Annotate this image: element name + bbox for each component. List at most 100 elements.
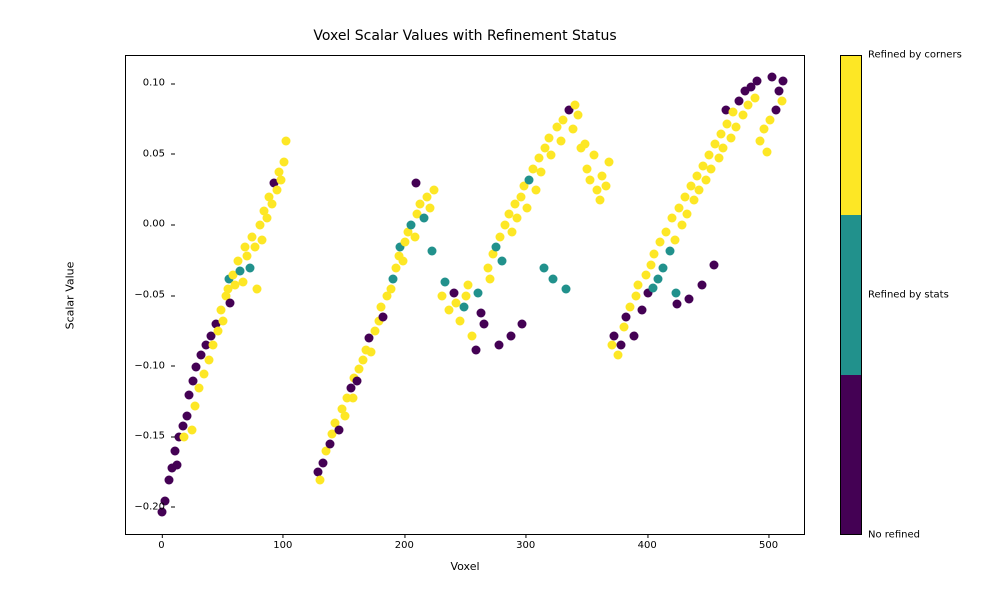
data-point	[583, 164, 592, 173]
y-tick: 0.10	[115, 78, 165, 89]
y-tick: −0.10	[115, 360, 165, 371]
data-point	[619, 323, 628, 332]
data-point	[625, 303, 634, 312]
data-point	[415, 200, 424, 209]
data-point	[646, 260, 655, 269]
data-point	[561, 284, 570, 293]
data-point	[437, 292, 446, 301]
data-point	[695, 186, 704, 195]
data-point	[173, 461, 182, 470]
data-point	[412, 179, 421, 188]
data-point	[425, 204, 434, 213]
data-point	[610, 331, 619, 340]
data-point	[775, 87, 784, 96]
data-point	[525, 176, 534, 185]
y-axis-label-text: Scalar Value	[64, 261, 77, 329]
data-point	[617, 341, 626, 350]
data-point	[685, 294, 694, 303]
data-point	[494, 341, 503, 350]
data-point	[464, 280, 473, 289]
data-point	[751, 94, 760, 103]
data-point	[763, 148, 772, 157]
data-point	[673, 300, 682, 309]
data-point	[517, 320, 526, 329]
data-point	[262, 214, 271, 223]
colorbar-segment-no-refined	[841, 375, 861, 534]
data-point	[581, 139, 590, 148]
colorbar-segment-refined-stats	[841, 215, 861, 374]
data-point	[187, 426, 196, 435]
data-point	[496, 232, 505, 241]
data-point	[674, 204, 683, 213]
data-point	[340, 412, 349, 421]
data-point	[506, 331, 515, 340]
data-point	[573, 111, 582, 120]
data-point	[377, 303, 386, 312]
data-point	[658, 263, 667, 272]
x-tick: 0	[158, 540, 164, 551]
data-point	[613, 351, 622, 360]
x-axis-label: Voxel	[125, 560, 805, 573]
data-point	[445, 306, 454, 315]
data-point	[480, 320, 489, 329]
data-point	[731, 122, 740, 131]
data-point	[358, 355, 367, 364]
data-point	[459, 303, 468, 312]
colorbar	[840, 55, 862, 535]
data-point	[486, 275, 495, 284]
data-point	[185, 390, 194, 399]
data-point	[326, 440, 335, 449]
data-point	[243, 252, 252, 261]
data-point	[726, 133, 735, 142]
y-tick: −0.15	[115, 431, 165, 442]
data-point	[411, 232, 420, 241]
data-point	[678, 221, 687, 230]
data-point	[702, 176, 711, 185]
data-point	[595, 196, 604, 205]
data-point	[391, 263, 400, 272]
data-point	[571, 101, 580, 110]
data-point	[709, 260, 718, 269]
data-point	[638, 306, 647, 315]
data-point	[209, 341, 218, 350]
data-point	[683, 210, 692, 219]
data-point	[219, 317, 228, 326]
data-point	[170, 447, 179, 456]
chart-title: Voxel Scalar Values with Refinement Stat…	[125, 28, 805, 44]
data-point	[355, 365, 364, 374]
data-point	[255, 221, 264, 230]
data-point	[719, 143, 728, 152]
data-point	[662, 228, 671, 237]
data-point	[407, 221, 416, 230]
data-point	[589, 150, 598, 159]
data-point	[516, 193, 525, 202]
data-point	[389, 275, 398, 284]
data-point	[522, 204, 531, 213]
data-point	[539, 263, 548, 272]
data-point	[632, 292, 641, 301]
data-point	[428, 246, 437, 255]
data-point	[474, 289, 483, 298]
data-point	[245, 263, 254, 272]
data-point	[282, 136, 291, 145]
data-point	[768, 73, 777, 82]
y-tick: −0.20	[115, 501, 165, 512]
data-point	[704, 150, 713, 159]
data-point	[670, 235, 679, 244]
data-point	[650, 249, 659, 258]
y-axis-label: Scalar Value	[60, 55, 80, 535]
data-point	[544, 133, 553, 142]
data-point	[634, 280, 643, 289]
data-point	[367, 348, 376, 357]
data-point	[214, 327, 223, 336]
figure: Voxel Scalar Values with Refinement Stat…	[0, 0, 1000, 600]
x-tick: 400	[638, 540, 657, 551]
data-point	[559, 115, 568, 124]
data-point	[743, 101, 752, 110]
data-point	[656, 238, 665, 247]
data-point	[233, 256, 242, 265]
data-point	[316, 475, 325, 484]
data-point	[216, 306, 225, 315]
data-point	[508, 228, 517, 237]
data-point	[462, 292, 471, 301]
